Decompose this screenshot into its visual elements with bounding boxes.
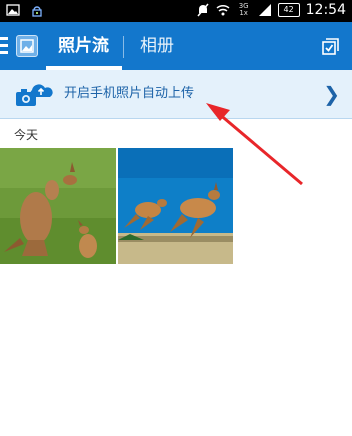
camera-cloud-upload-icon: [14, 80, 54, 108]
image-notification-icon: [6, 3, 20, 17]
network-type: 3G 1x: [236, 3, 252, 17]
signal-icon: [258, 3, 272, 17]
photo-thumbnail[interactable]: [118, 148, 233, 264]
menu-icon[interactable]: [0, 37, 10, 55]
chevron-right-icon: ❯: [323, 82, 340, 106]
muted-icon: [196, 3, 210, 17]
jumping-kangaroos-photo: [118, 148, 233, 264]
battery-indicator: 42: [277, 3, 300, 17]
gallery-app-icon[interactable]: [16, 35, 38, 57]
wifi-icon: [216, 3, 230, 17]
app-notification-icon: [30, 3, 44, 17]
tab-divider: [123, 36, 124, 58]
photo-thumbnail[interactable]: [0, 148, 116, 264]
tab-albums[interactable]: 相册: [140, 22, 174, 70]
status-clock: 12:54: [305, 2, 346, 18]
multi-select-icon[interactable]: [320, 35, 342, 57]
status-bar: 3G 1x 42 12:54: [0, 0, 352, 22]
auto-upload-banner[interactable]: 开启手机照片自动上传 ❯: [0, 70, 352, 119]
date-section-label: 今天: [14, 128, 39, 142]
auto-upload-label: 开启手机照片自动上传: [64, 86, 195, 101]
tab-photostream[interactable]: 照片流: [58, 22, 109, 70]
network-type-bottom: 1x: [239, 9, 248, 17]
kangaroo-mother-photo: [0, 148, 116, 264]
app-header: 照片流 相册: [0, 22, 352, 70]
